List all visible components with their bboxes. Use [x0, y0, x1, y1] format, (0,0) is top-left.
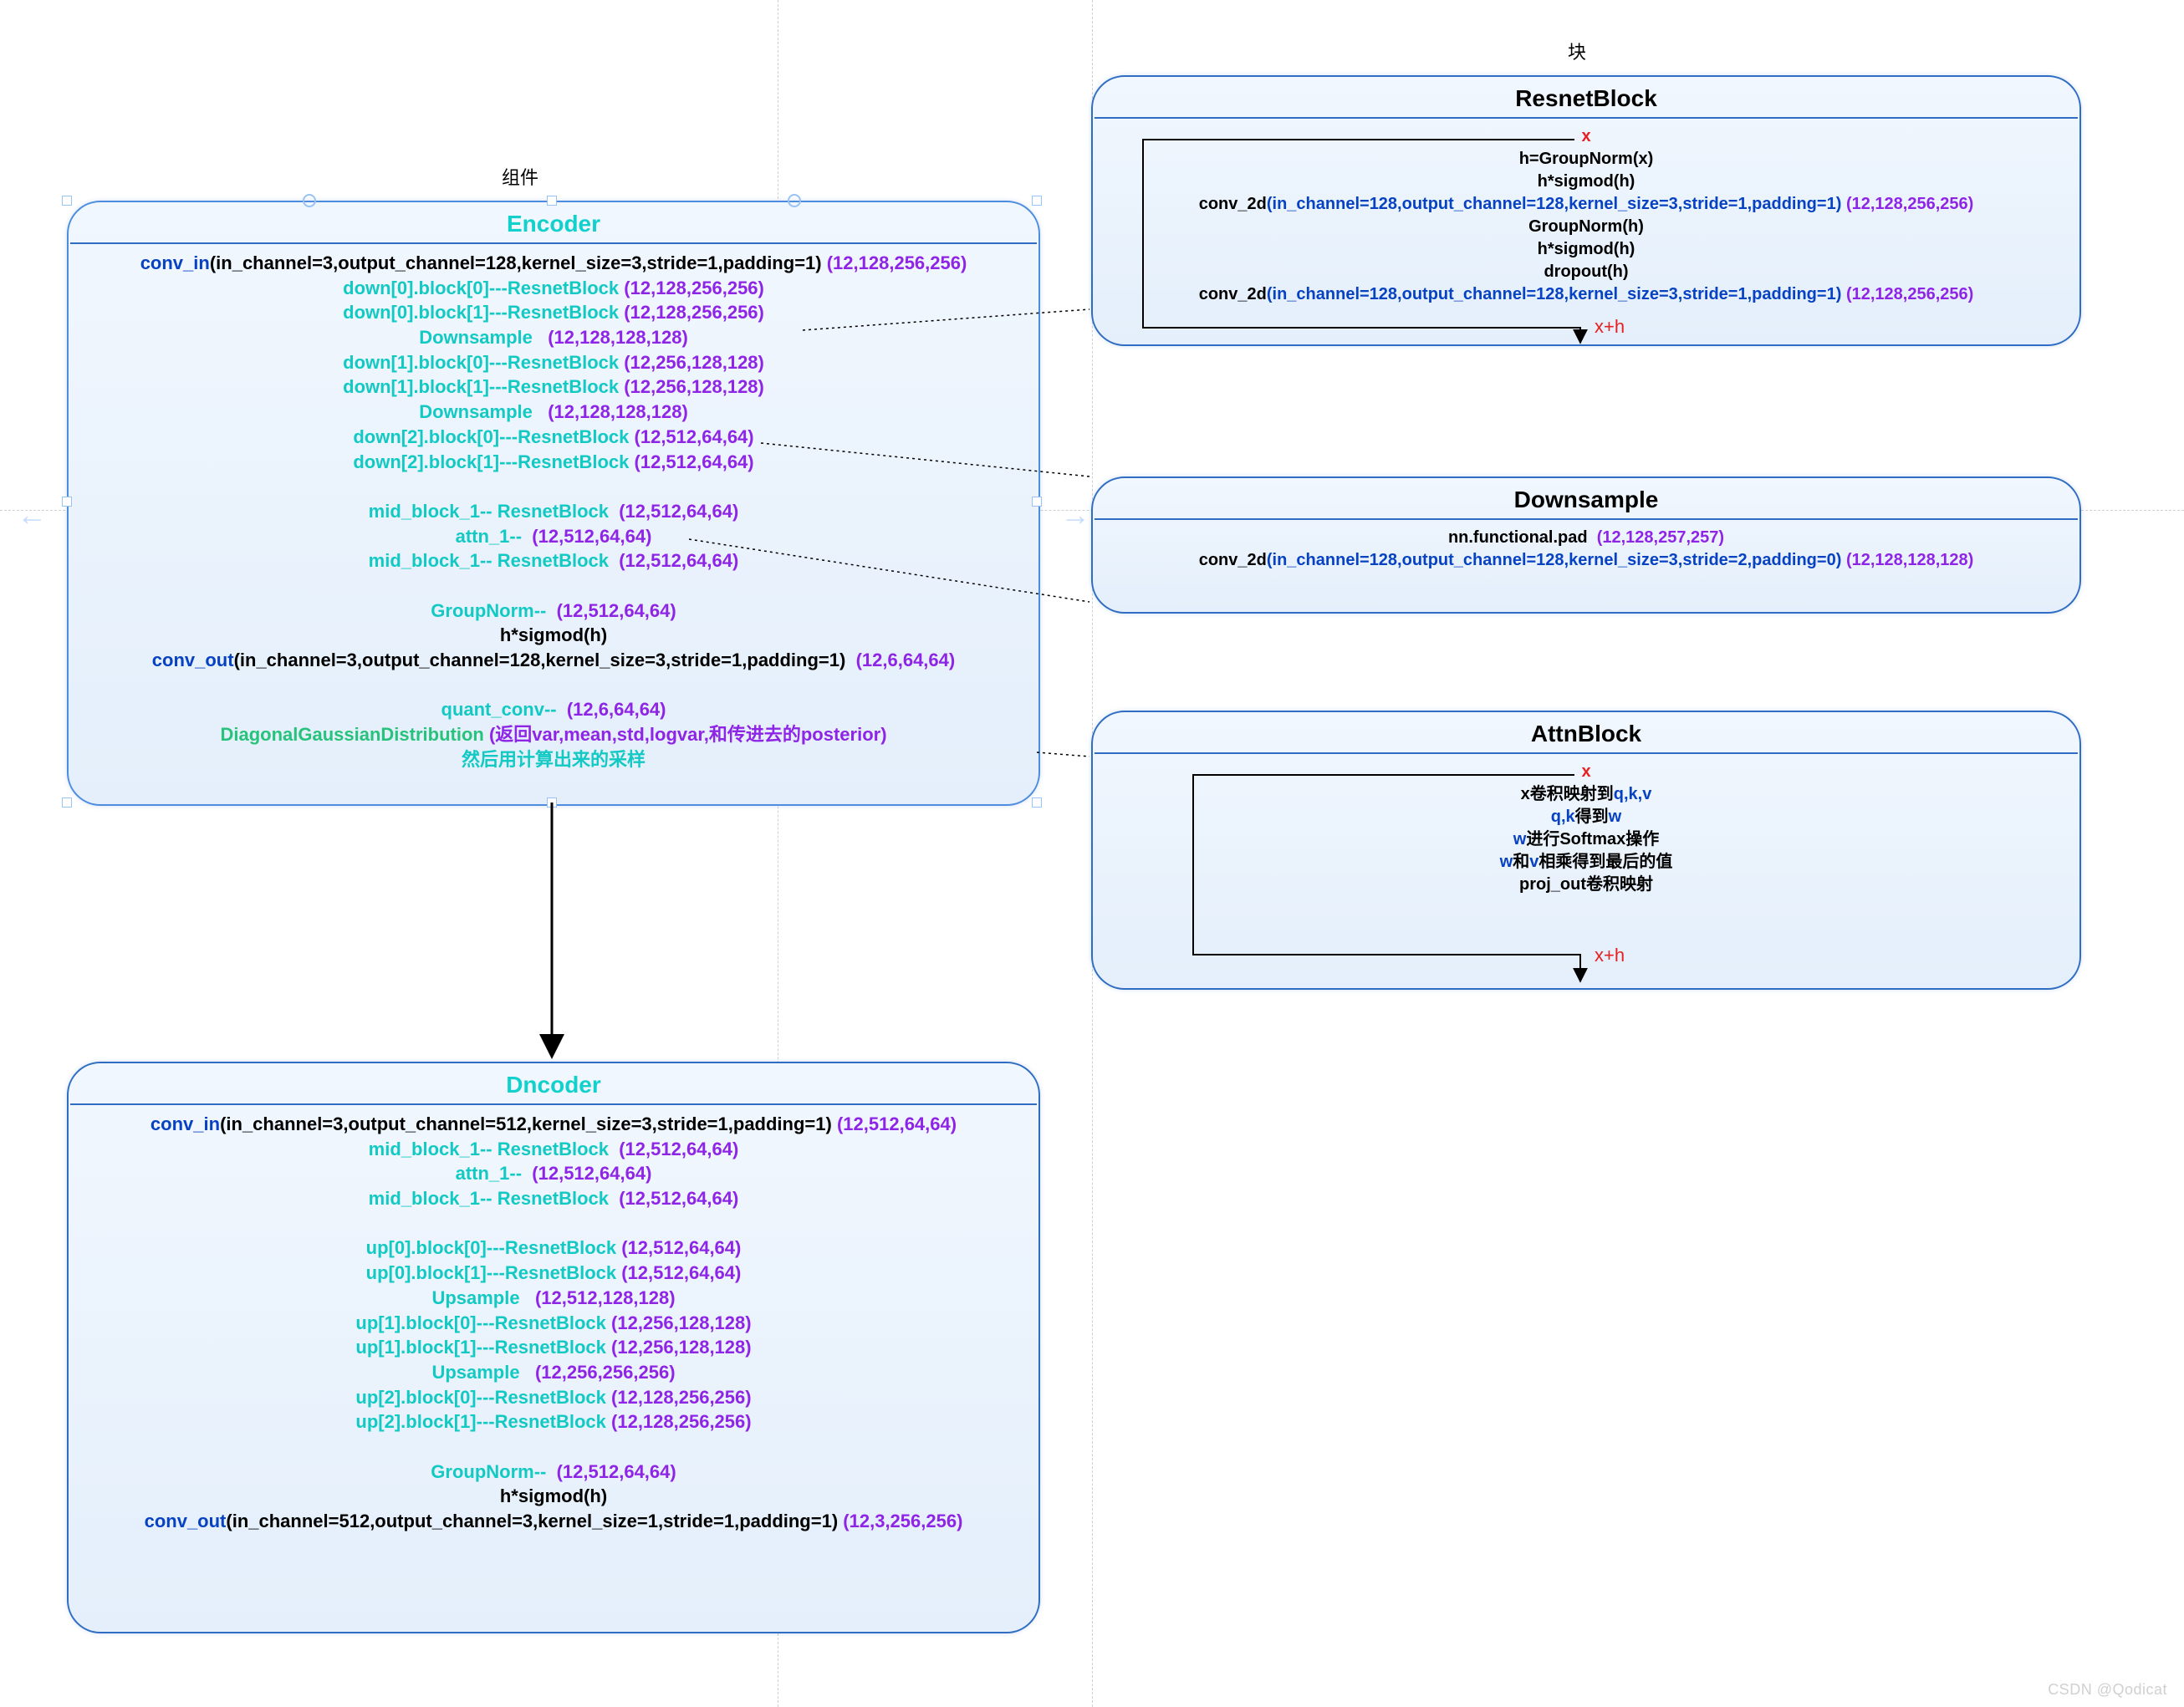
attn-body: x x卷积映射到q,k,v q,k得到w w进行Softmax操作 w和v相乘得…: [1093, 761, 2079, 896]
nav-arrow-right[interactable]: →: [1060, 497, 1090, 532]
attn-xh-label: x+h: [1595, 945, 1625, 966]
sel-handle[interactable]: [1032, 797, 1042, 808]
sel-handle[interactable]: [62, 797, 72, 808]
resnet-block[interactable]: ResnetBlock x h=GroupNorm(x) h*sigmod(h)…: [1091, 75, 2081, 346]
rot-handle[interactable]: [303, 194, 316, 207]
diagram-canvas: ← → 组件 块 Encoder conv_in(in_channel=3,ou…: [0, 0, 2184, 1707]
sel-handle[interactable]: [62, 497, 72, 507]
rot-handle[interactable]: [788, 194, 801, 207]
attn-sep: [1095, 752, 2078, 754]
attn-title: AttnBlock: [1093, 721, 2079, 747]
sel-handle[interactable]: [62, 196, 72, 206]
resnet-xh-label: x+h: [1595, 316, 1625, 337]
resnet-sep: [1095, 117, 2078, 119]
sel-handle[interactable]: [547, 797, 557, 808]
downsample-body: nn.functional.pad (12,128,257,257) conv_…: [1093, 527, 2079, 572]
downsample-sep: [1095, 518, 2078, 520]
encoder-title: Encoder: [69, 211, 1038, 237]
resnet-body: x h=GroupNorm(x) h*sigmod(h) conv_2d(in_…: [1093, 125, 2079, 306]
downsample-block[interactable]: Downsample nn.functional.pad (12,128,257…: [1091, 476, 2081, 614]
watermark: CSDN @Qodicat: [2048, 1681, 2167, 1699]
encoder-body: conv_in(in_channel=3,output_channel=128,…: [69, 251, 1038, 772]
resnet-title: ResnetBlock: [1093, 85, 2079, 112]
dncoder-sep: [70, 1103, 1037, 1105]
sel-handle[interactable]: [1032, 196, 1042, 206]
dncoder-title: Dncoder: [69, 1072, 1038, 1098]
dncoder-body: conv_in(in_channel=3,output_channel=512,…: [69, 1112, 1038, 1534]
sel-handle[interactable]: [1032, 497, 1042, 507]
sel-handle[interactable]: [547, 196, 557, 206]
dncoder-block[interactable]: Dncoder conv_in(in_channel=3,output_chan…: [67, 1062, 1040, 1633]
downsample-title: Downsample: [1093, 487, 2079, 513]
attn-block[interactable]: AttnBlock x x卷积映射到q,k,v q,k得到w w进行Softma…: [1091, 711, 2081, 990]
label-components: 组件: [502, 163, 538, 190]
label-block: 块: [1568, 38, 1586, 64]
nav-arrow-left[interactable]: ←: [17, 497, 47, 532]
encoder-block[interactable]: Encoder conv_in(in_channel=3,output_chan…: [67, 201, 1040, 806]
encoder-sep: [70, 242, 1037, 244]
